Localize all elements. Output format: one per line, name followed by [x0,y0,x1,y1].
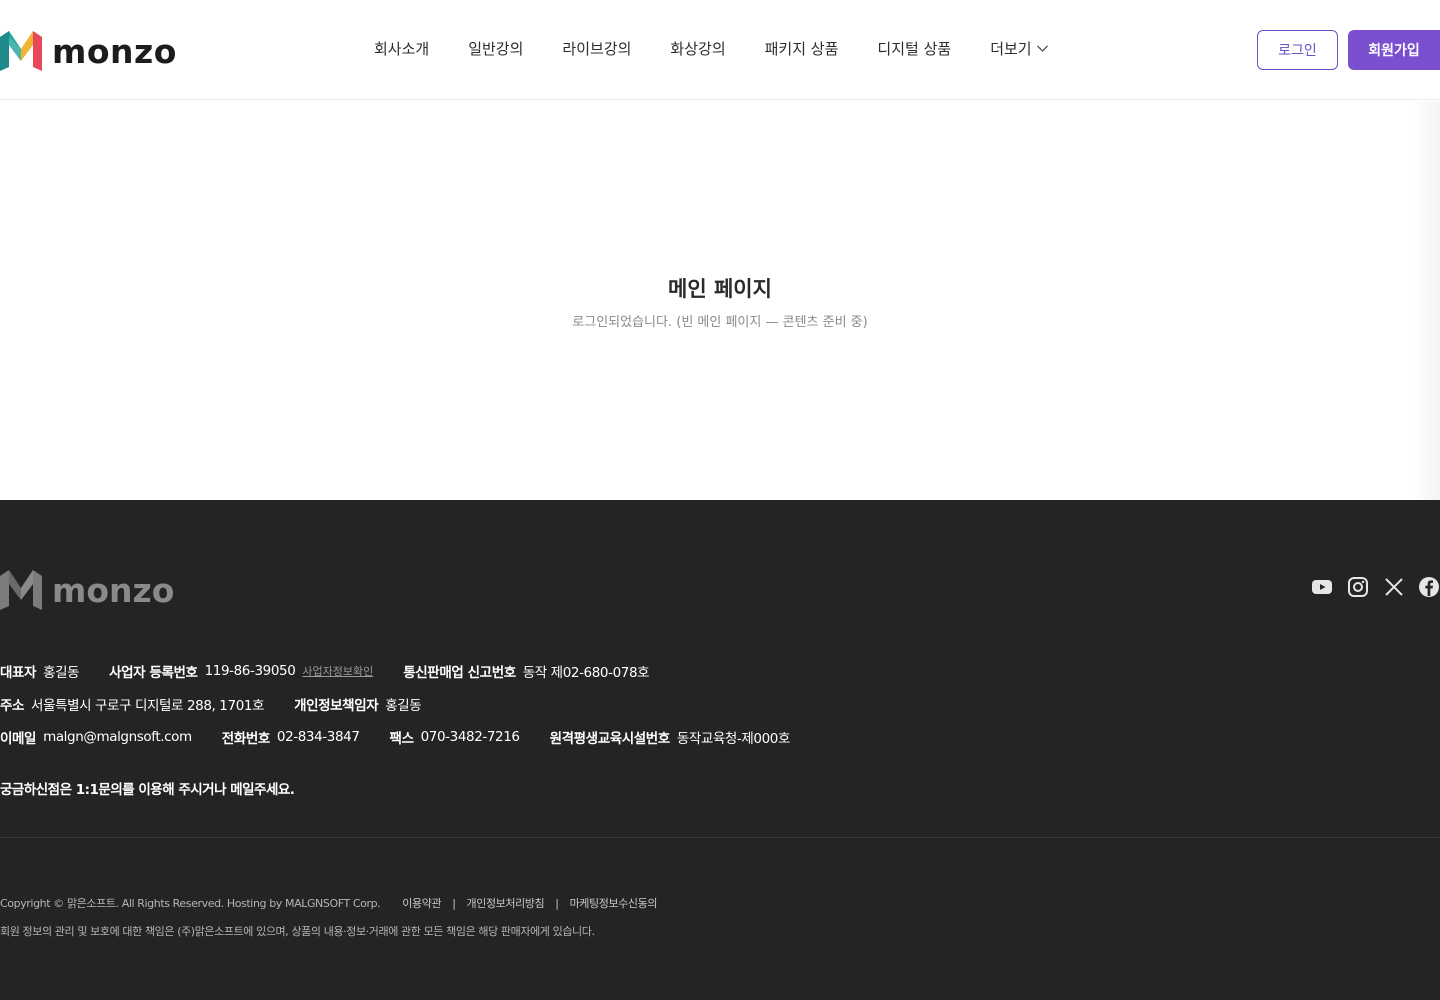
nav-item-general-course[interactable]: 일반강의 [468,38,523,59]
youtube-icon[interactable] [1311,576,1333,598]
nav-item-more[interactable]: 더보기 [990,38,1048,59]
ecom-info: 통신판매업 신고번호 동작 제02-680-078호 [403,661,649,681]
facility-info: 원격평생교육시설번호 동작교육청-제000호 [549,727,791,747]
address-label: 주소 [0,697,25,714]
email-value: malgn@malgnsoft.com [43,728,192,745]
ecom-label: 통신판매업 신고번호 [403,664,516,681]
nav-item-digital[interactable]: 디지털 상품 [877,38,951,59]
link-separator: | [555,896,559,910]
address-value: 서울특별시 구로구 디지털로 288, 1701호 [31,697,265,714]
rep-value: 홍길동 [43,664,80,681]
bizno-label: 사업자 등록번호 [109,664,198,681]
copyright-row: Copyright © 맑은소프트. All Rights Reserved. … [0,895,657,911]
link-separator: | [452,896,456,910]
site-header: monzo 회사소개 일반강의 라이브강의 화상강의 패키지 상품 디지털 상품… [0,0,1440,100]
facility-label: 원격평생교육시설번호 [549,730,671,747]
phone-info: 전화번호 02-834-3847 [222,727,360,747]
instagram-icon[interactable] [1347,576,1369,598]
fax-info: 팩스 070-3482-7216 [390,727,520,747]
nav-item-package[interactable]: 패키지 상품 [765,38,839,59]
rep-info: 대표자 홍길동 [0,661,80,681]
email-label: 이메일 [0,730,37,747]
privacy-policy-link[interactable]: 개인정보처리방침 [467,895,545,911]
bizno-value: 119-86-39050 [204,662,296,679]
page-subtitle: 로그인되었습니다. (빈 메인 페이지 — 콘텐츠 준비 중) [572,315,868,330]
fax-label: 팩스 [389,730,414,747]
phone-value: 02-834-3847 [276,728,360,745]
main-nav: 회사소개 일반강의 라이브강의 화상강의 패키지 상품 디지털 상품 더보기 [374,38,1049,59]
facebook-icon[interactable] [1418,576,1440,598]
inquiry-text: 궁금하신점은 1:1문의를 이용해 주시거나 메일주세요. [0,782,295,798]
footer-divider [0,837,1440,838]
copyright-text: Copyright © 맑은소프트. All Rights Reserved. … [0,897,381,910]
main-content: 메인 페이지 로그인되었습니다. (빈 메인 페이지 — 콘텐츠 준비 중) [0,101,1440,500]
site-footer: monzo 대표자 홍길동 사업자 등록번호 119-86-39050 사업자정… [0,500,1440,1000]
nav-item-live-course[interactable]: 라이브강의 [562,38,631,59]
phone-label: 전화번호 [221,730,270,747]
brand-logo[interactable]: monzo [0,30,177,72]
signup-button[interactable]: 회원가입 [1348,30,1440,70]
marketing-consent-link[interactable]: 마케팅정보수신동의 [570,895,658,911]
rep-label: 대표자 [0,664,37,681]
chevron-down-icon [1036,45,1048,52]
privacy-officer-value: 홍길동 [385,697,422,714]
monzo-logo-icon [0,570,42,610]
brand-name: monzo [52,31,177,71]
company-info-row: 이메일 malgn@malgnsoft.com 전화번호 02-834-3847… [0,720,820,753]
nav-item-video-course[interactable]: 화상강의 [670,38,725,59]
ecom-value: 동작 제02-680-078호 [522,664,650,681]
disclaimer-text: 회원 정보의 관리 및 보호에 대한 책임은 (주)맑은소프트에 있으며, 상품… [0,925,595,938]
company-info-row: 주소 서울특별시 구로구 디지털로 288, 1701호 개인정보책임자 홍길동 [0,687,820,720]
footer-links: 이용약관 | 개인정보처리방침 | 마케팅정보수신동의 [402,895,657,911]
fax-value: 070-3482-7216 [420,728,520,745]
email-info: 이메일 malgn@malgnsoft.com [0,727,192,747]
page-title: 메인 페이지 [668,277,772,301]
x-icon[interactable] [1383,576,1405,598]
footer-brand-name: monzo [52,570,175,610]
privacy-officer-label: 개인정보책임자 [294,697,379,714]
nav-item-company[interactable]: 회사소개 [374,38,429,59]
login-button[interactable]: 로그인 [1257,30,1338,70]
company-info-row: 대표자 홍길동 사업자 등록번호 119-86-39050 사업자정보확인 통신… [0,654,820,687]
facility-value: 동작교육청-제000호 [676,730,791,747]
bizno-info: 사업자 등록번호 119-86-39050 사업자정보확인 [109,661,373,681]
privacy-officer-info: 개인정보책임자 홍길동 [294,694,422,714]
company-info: 대표자 홍길동 사업자 등록번호 119-86-39050 사업자정보확인 통신… [0,654,820,753]
nav-more-label: 더보기 [990,40,1032,58]
footer-logo[interactable]: monzo [0,570,174,610]
biz-info-check-link[interactable]: 사업자정보확인 [302,663,373,679]
terms-link[interactable]: 이용약관 [402,895,441,911]
monzo-logo-icon [0,31,42,71]
address-info: 주소 서울특별시 구로구 디지털로 288, 1701호 [0,694,264,714]
